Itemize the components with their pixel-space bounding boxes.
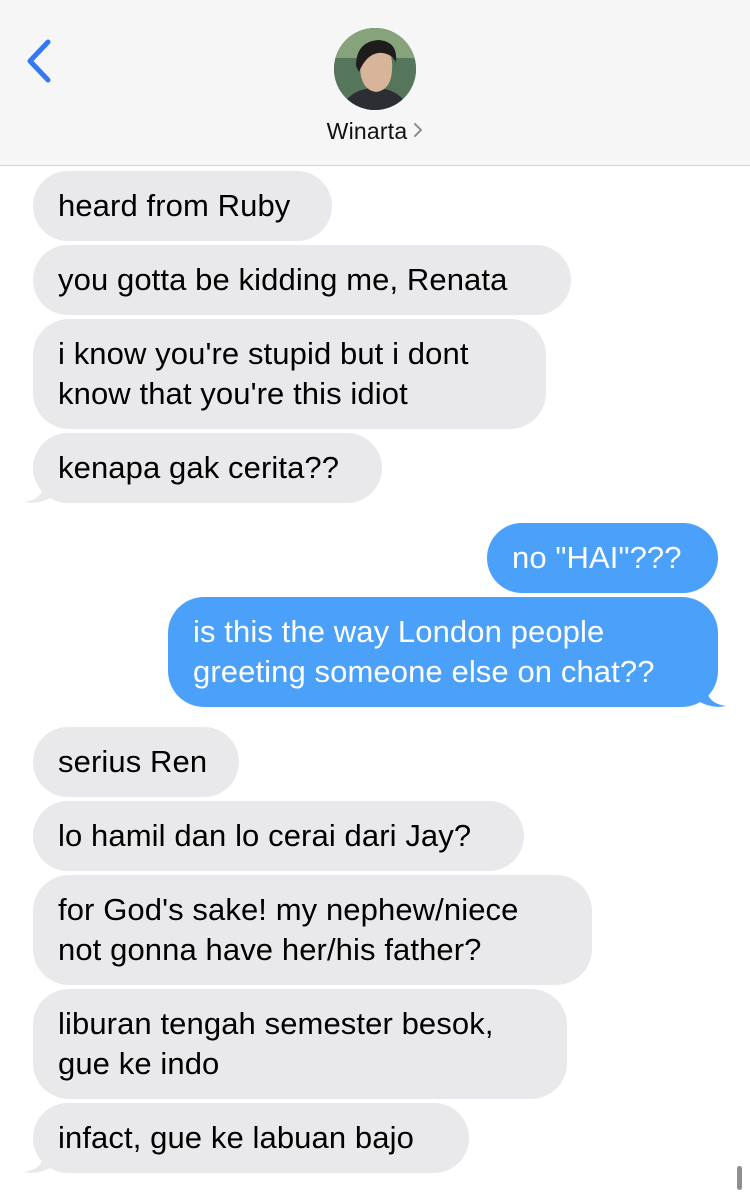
bubble-tail [24, 473, 52, 503]
message-bubble-incoming[interactable]: serius Ren [33, 727, 239, 797]
message-bubble-incoming[interactable]: infact, gue ke labuan bajo [33, 1103, 469, 1173]
bubble-tail [698, 677, 726, 707]
message-bubble-incoming[interactable]: kenapa gak cerita?? [33, 433, 382, 503]
message-bubble-incoming[interactable]: i know you're stupid but i dont know tha… [33, 319, 546, 429]
message-bubble-incoming[interactable]: lo hamil dan lo cerai dari Jay? [33, 801, 524, 871]
message-bubble-incoming[interactable]: you gotta be kidding me, Renata [33, 245, 571, 315]
scrollbar[interactable] [737, 1166, 742, 1190]
message-bubble-outgoing[interactable]: is this the way London people greeting s… [168, 597, 718, 707]
message-bubble-incoming[interactable]: heard from Ruby [33, 171, 332, 241]
message-bubble-outgoing[interactable]: no "HAI"??? [487, 523, 718, 593]
message-bubble-incoming[interactable]: for God's sake! my nephew/niece not gonn… [33, 875, 592, 985]
message-bubble-incoming[interactable]: liburan tengah semester besok, gue ke in… [33, 989, 567, 1099]
bubble-tail [24, 1143, 52, 1173]
message-thread: heard from Ruby you gotta be kidding me,… [0, 0, 750, 1192]
